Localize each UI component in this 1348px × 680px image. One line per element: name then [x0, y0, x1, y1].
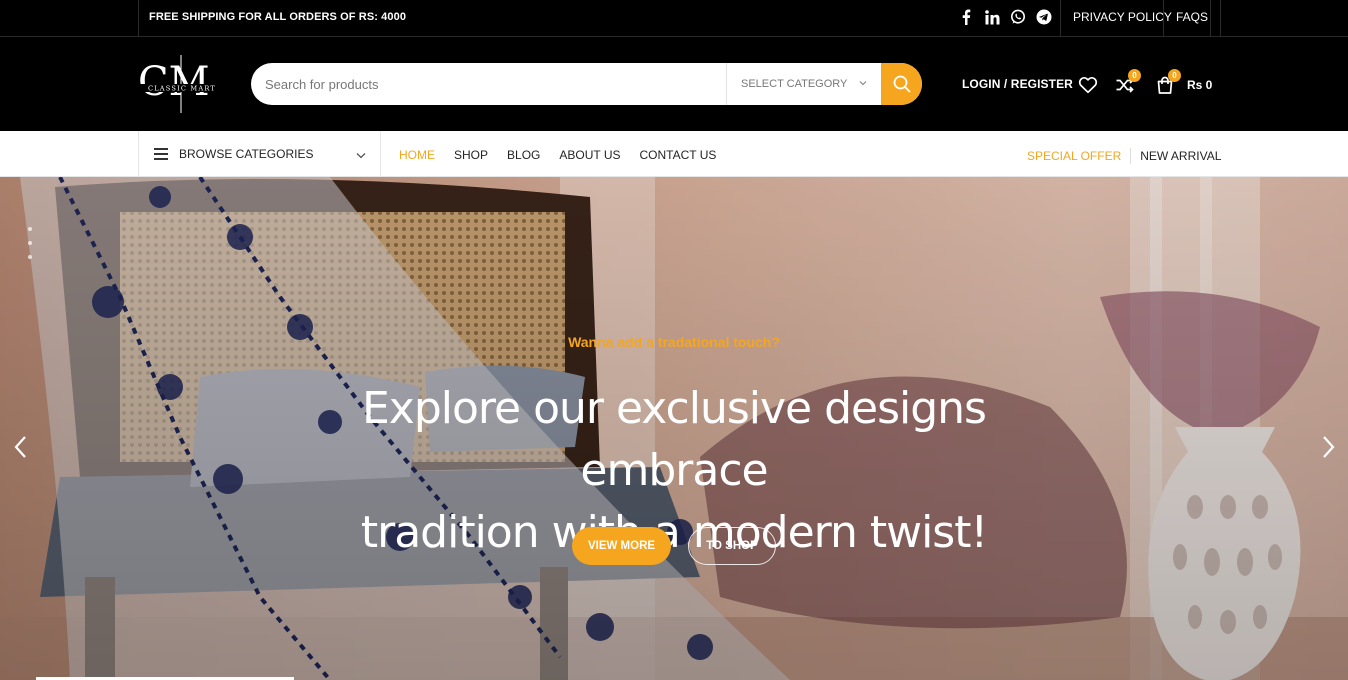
hero-slider: Wanna add a tradational touch? Explore o…	[0, 177, 1348, 680]
secondary-menu: SPECIAL OFFER NEW ARRIVAL	[1027, 148, 1221, 164]
slider-dot[interactable]	[28, 241, 32, 245]
browse-categories-button[interactable]: BROWSE CATEGORIES	[138, 131, 381, 177]
menu-divider	[1130, 148, 1132, 164]
to-shop-button[interactable]: TO SHOP	[688, 527, 776, 565]
main-nav: BROWSE CATEGORIES HOME SHOP BLOG ABOUT U…	[0, 131, 1348, 177]
slider-dot[interactable]	[28, 227, 32, 231]
slider-dot[interactable]	[28, 255, 32, 259]
cart-button[interactable]: 0	[1155, 69, 1181, 95]
hero-headline-line-2: tradition with a modern twist!	[360, 507, 988, 558]
hero-headline-line-1: Explore our exclusive designs embrace	[362, 383, 987, 496]
chevron-down-icon	[859, 63, 867, 105]
slider-dots	[28, 227, 32, 259]
browse-categories-label: BROWSE CATEGORIES	[179, 147, 314, 161]
cart-total[interactable]: Rs 0	[1187, 78, 1212, 92]
faqs-link[interactable]: FAQS	[1163, 0, 1222, 36]
login-register-link[interactable]: LOGIN / REGISTER	[962, 77, 1073, 91]
category-select[interactable]: SELECT CATEGORY	[726, 63, 881, 105]
nav-item-new-arrival[interactable]: NEW ARRIVAL	[1140, 149, 1221, 163]
main-header: CM CLASSIC MART SELECT CATEGORY LOGIN / …	[0, 37, 1348, 131]
top-bar: FREE SHIPPING FOR ALL ORDERS OF RS: 4000…	[0, 0, 1348, 37]
heart-icon	[1078, 76, 1098, 94]
hero-subtitle: Wanna add a tradational touch?	[568, 334, 780, 350]
view-more-button[interactable]: VIEW MORE	[572, 527, 671, 565]
search-button[interactable]	[881, 63, 922, 105]
nav-item-shop[interactable]: SHOP	[454, 148, 488, 162]
telegram-icon[interactable]	[1035, 8, 1053, 26]
compare-count-badge: 0	[1128, 69, 1141, 82]
nav-item-contact-us[interactable]: CONTACT US	[640, 148, 717, 162]
svg-text:CM: CM	[138, 59, 210, 105]
top-bar-inner: FREE SHIPPING FOR ALL ORDERS OF RS: 4000…	[138, 0, 1222, 36]
chevron-left-icon	[14, 436, 26, 458]
menu-icon	[154, 148, 168, 160]
social-links	[957, 8, 1053, 26]
classic-mart-logo[interactable]: CM CLASSIC MART	[137, 53, 227, 115]
nav-item-about-us[interactable]: ABOUT US	[559, 148, 620, 162]
nav-item-home[interactable]: HOME	[399, 148, 435, 162]
nav-item-special-offer[interactable]: SPECIAL OFFER	[1027, 149, 1121, 163]
facebook-icon[interactable]	[957, 8, 975, 26]
category-select-label: SELECT CATEGORY	[741, 78, 848, 90]
hero-headline: Explore our exclusive designs embrace tr…	[274, 378, 1074, 564]
free-shipping-text: FREE SHIPPING FOR ALL ORDERS OF RS: 4000	[149, 11, 407, 23]
wishlist-button[interactable]	[1078, 75, 1098, 95]
slider-next-button[interactable]	[1320, 435, 1336, 459]
search-input[interactable]	[251, 63, 726, 105]
svg-text:CLASSIC MART: CLASSIC MART	[148, 85, 216, 93]
chevron-right-icon	[1323, 436, 1335, 458]
nav-item-blog[interactable]: BLOG	[507, 148, 540, 162]
chevron-down-icon	[356, 146, 366, 164]
whatsapp-icon[interactable]	[1009, 8, 1027, 26]
cart-count-badge: 0	[1168, 69, 1181, 82]
search-bar: SELECT CATEGORY	[251, 63, 922, 105]
slider-prev-button[interactable]	[13, 435, 29, 459]
search-icon	[893, 75, 910, 93]
linkedin-icon[interactable]	[983, 8, 1001, 26]
primary-menu: HOME SHOP BLOG ABOUT US CONTACT US	[399, 148, 716, 162]
compare-button[interactable]: 0	[1115, 69, 1141, 95]
